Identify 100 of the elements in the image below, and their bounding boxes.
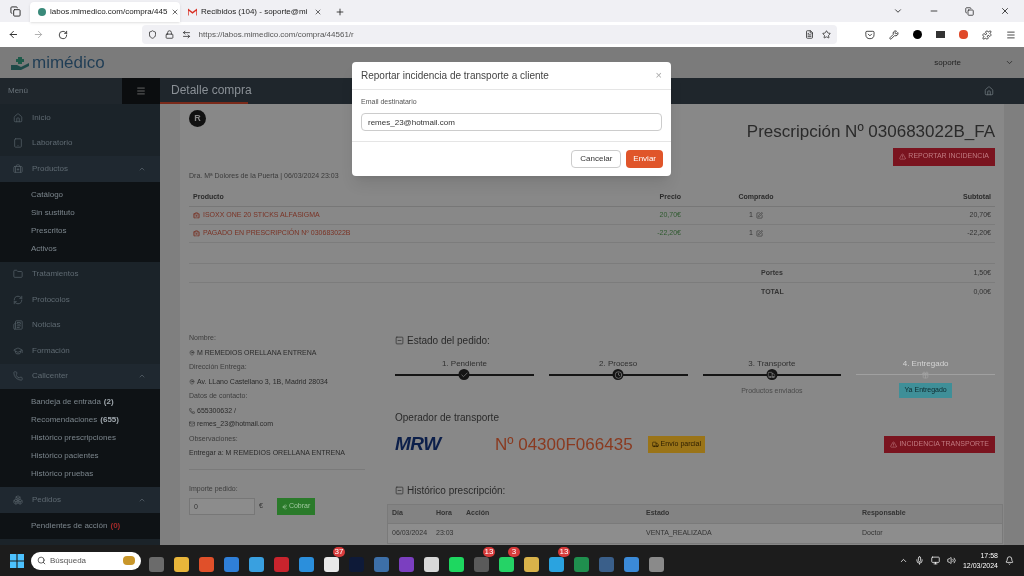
medical-case-icon bbox=[13, 163, 23, 174]
reload-icon[interactable] bbox=[57, 29, 68, 40]
menu-icon[interactable] bbox=[1006, 29, 1016, 40]
puzzle-icon[interactable] bbox=[982, 29, 993, 40]
truck-icon bbox=[651, 440, 659, 448]
address-bar[interactable]: https://labos.mimedico.com/compra/44561/r bbox=[141, 25, 837, 44]
submenu-item[interactable]: Sin sustituto bbox=[0, 203, 160, 222]
sidebar-item[interactable]: Noticias bbox=[0, 312, 160, 338]
windows-logo-icon[interactable] bbox=[10, 553, 24, 568]
step-label: 1. Pendiente bbox=[441, 358, 487, 370]
bell-icon[interactable] bbox=[1005, 556, 1014, 565]
house-icon bbox=[13, 112, 23, 123]
section-title: Histórico prescripción: bbox=[407, 483, 506, 498]
submit-button[interactable]: Enviar bbox=[626, 149, 663, 168]
section-title: Estado del pedido: bbox=[407, 334, 490, 348]
boxes-icon bbox=[13, 494, 23, 505]
sidebar-item[interactable]: Formación bbox=[0, 338, 160, 364]
dialog-title: Reportar incidencia de transporte a cliente bbox=[361, 69, 549, 83]
collapse-icon[interactable] bbox=[395, 485, 404, 495]
extension-icon[interactable] bbox=[935, 31, 946, 38]
permissions-icon bbox=[181, 30, 191, 39]
menu-label: Menú bbox=[8, 85, 28, 97]
submenu-item[interactable]: Prescritos bbox=[0, 221, 160, 240]
wrench-icon[interactable] bbox=[888, 29, 899, 40]
close-button[interactable]: × bbox=[655, 67, 662, 84]
submenu-item[interactable]: Histórico pacientes bbox=[0, 447, 160, 465]
shield-icon bbox=[147, 30, 157, 39]
collapse-icon[interactable] bbox=[395, 336, 404, 345]
notification-badge: 3 bbox=[508, 546, 520, 557]
submenu-item[interactable]: Histórico prescripciones bbox=[0, 429, 160, 447]
pin-icon bbox=[189, 349, 195, 356]
folder-icon bbox=[13, 269, 23, 280]
tab-list-icon[interactable] bbox=[9, 5, 21, 17]
chevron-down-icon[interactable] bbox=[893, 6, 903, 16]
sidebar-item[interactable]: Tratamientos bbox=[0, 261, 160, 287]
warning-icon bbox=[890, 440, 898, 448]
url-text: https://labos.mimedico.com/compra/44561/r bbox=[198, 28, 355, 41]
new-tab-icon[interactable] bbox=[335, 7, 345, 17]
browser-tab[interactable]: Recibidos (104) - soporte@mi bbox=[180, 2, 330, 22]
close-icon[interactable] bbox=[314, 8, 322, 16]
notification-badge: 37 bbox=[333, 546, 345, 557]
cancel-button[interactable]: Cancelar bbox=[571, 149, 622, 168]
star-icon[interactable] bbox=[821, 30, 831, 39]
notification-badge: 13 bbox=[558, 546, 570, 557]
avatar: R bbox=[189, 110, 206, 127]
pocket-icon[interactable] bbox=[864, 29, 875, 40]
phone-icon bbox=[13, 371, 23, 382]
submenu-item[interactable]: Histórico pruebas bbox=[0, 465, 160, 483]
medical-case-icon bbox=[193, 230, 200, 237]
hand-logo-icon bbox=[10, 55, 30, 70]
app-icon[interactable] bbox=[499, 556, 514, 572]
mail-icon bbox=[188, 8, 197, 16]
extension-icon[interactable] bbox=[912, 30, 922, 39]
back-icon[interactable] bbox=[8, 29, 19, 40]
graduation-cap-icon bbox=[13, 345, 23, 356]
search-icon bbox=[37, 556, 46, 565]
phone-icon bbox=[189, 407, 195, 414]
app-icon[interactable] bbox=[324, 556, 339, 572]
monitor-icon[interactable] bbox=[930, 556, 940, 565]
lock-icon bbox=[164, 30, 174, 39]
app-icon[interactable] bbox=[549, 556, 564, 572]
user-name[interactable]: soporte bbox=[934, 56, 961, 69]
chevron-down-icon[interactable] bbox=[1005, 58, 1014, 67]
step-label: 2. Proceso bbox=[599, 358, 638, 370]
close-icon[interactable] bbox=[1000, 6, 1010, 16]
sidebar-item[interactable]: Protocolos bbox=[0, 287, 160, 313]
submenu-item[interactable]: Activos bbox=[0, 239, 160, 258]
step-label: 3. Transporte bbox=[748, 358, 796, 370]
app-icon[interactable] bbox=[424, 556, 439, 572]
tablet-icon bbox=[13, 138, 23, 149]
carrier-logo: MRW bbox=[395, 432, 444, 456]
search-field[interactable]: Búsqueda bbox=[31, 551, 141, 570]
email-field[interactable]: remes_23@hotmail.com bbox=[361, 113, 662, 131]
submenu-item[interactable]: Bandeja de entrada (2) bbox=[0, 393, 160, 411]
browser-tab[interactable]: labos.mimedico.com/compra/445 bbox=[30, 2, 180, 22]
app-icon[interactable] bbox=[449, 556, 464, 572]
app-icon[interactable] bbox=[524, 556, 539, 572]
tracking-number: Nº 04300F066435 bbox=[495, 433, 633, 456]
restore-icon[interactable] bbox=[965, 6, 974, 16]
section-title: Operador de transporte bbox=[395, 411, 500, 425]
medical-case-icon bbox=[193, 212, 200, 219]
site-favicon bbox=[38, 8, 46, 16]
app-icon[interactable] bbox=[174, 556, 189, 572]
submenu-item[interactable]: Recomendaciones (655) bbox=[0, 411, 160, 429]
chevron-up-icon[interactable] bbox=[898, 556, 908, 565]
newspaper-icon bbox=[13, 320, 23, 331]
prescription-title: Prescripción Nº 030683022B_FA bbox=[746, 121, 995, 143]
pin-icon bbox=[189, 378, 195, 385]
microphone-icon[interactable] bbox=[914, 556, 924, 565]
sidebar-item[interactable]: Laboratorio bbox=[0, 130, 160, 156]
app-icon[interactable] bbox=[249, 556, 264, 572]
reader-view-icon[interactable] bbox=[804, 30, 814, 39]
envelope-icon bbox=[189, 421, 195, 428]
refresh-icon bbox=[13, 294, 23, 305]
warning-icon bbox=[899, 153, 907, 160]
submenu-item[interactable]: Catálogo bbox=[0, 185, 160, 204]
speaker-icon[interactable] bbox=[946, 556, 956, 565]
logo-text: mimédico bbox=[32, 51, 105, 74]
step-label: 4. Entregado bbox=[902, 358, 949, 370]
close-icon[interactable] bbox=[171, 8, 180, 16]
